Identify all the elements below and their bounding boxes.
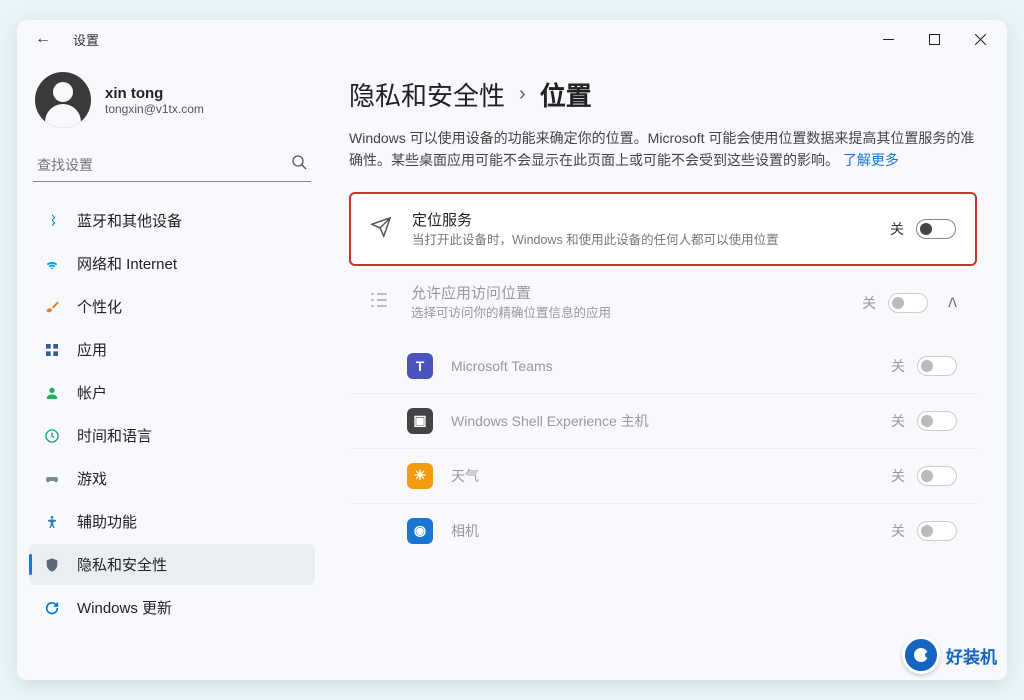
location-service-toggle[interactable] [916, 219, 956, 239]
app-name: 天气 [451, 466, 873, 486]
app-icon: ☀ [407, 463, 433, 489]
titlebar: ← 设置 [17, 20, 1007, 58]
learn-more-link[interactable]: 了解更多 [843, 152, 899, 168]
toggle-state-label: 关 [891, 356, 905, 376]
search-box[interactable] [33, 148, 311, 182]
app-toggle[interactable] [917, 411, 957, 431]
nav-label: 辅助功能 [77, 511, 137, 532]
nav-label: Windows 更新 [77, 597, 172, 618]
sidebar: xin tong tongxin@v1tx.com 蓝牙和其他设备网络和 Int… [17, 58, 327, 680]
watermark: 好装机 [902, 636, 997, 674]
window-controls [865, 23, 1003, 55]
nav-item-brush[interactable]: 个性化 [29, 286, 315, 327]
app-access-subtitle: 选择可访问你的精确位置信息的应用 [411, 305, 844, 323]
profile-email: tongxin@v1tx.com [105, 102, 204, 116]
game-icon [43, 470, 61, 488]
brush-icon [43, 298, 61, 316]
nav-item-access[interactable]: 辅助功能 [29, 501, 315, 542]
chevron-right-icon: › [519, 83, 526, 106]
app-access-title: 允许应用访问位置 [411, 282, 844, 303]
nav-item-bluetooth[interactable]: 蓝牙和其他设备 [29, 200, 315, 241]
settings-window: ← 设置 xin tong tongxin@v1tx.com 蓝牙和其他设备网络… [17, 20, 1007, 680]
nav-label: 应用 [77, 339, 107, 360]
toggle-state-label: 关 [891, 411, 905, 431]
access-icon [43, 513, 61, 531]
location-icon [370, 216, 394, 243]
clock-icon [43, 427, 61, 445]
toggle-state-label: 关 [891, 521, 905, 541]
person-icon [43, 384, 61, 402]
bluetooth-icon [43, 212, 61, 230]
back-button[interactable]: ← [31, 26, 55, 52]
breadcrumb: 隐私和安全性 › 位置 [349, 76, 977, 113]
breadcrumb-parent[interactable]: 隐私和安全性 [349, 76, 505, 113]
nav-item-apps[interactable]: 应用 [29, 329, 315, 370]
nav-item-wifi[interactable]: 网络和 Internet [29, 243, 315, 284]
nav-item-person[interactable]: 帐户 [29, 372, 315, 413]
nav-item-update[interactable]: Windows 更新 [29, 587, 315, 628]
content-area: 隐私和安全性 › 位置 Windows 可以使用设备的功能来确定你的位置。Mic… [327, 58, 1007, 680]
app-row: ☀ 天气关 [349, 449, 977, 504]
toggle-state-label: 关 [862, 293, 876, 313]
toggle-state-label: 关 [891, 466, 905, 486]
profile-name: xin tong [105, 85, 204, 102]
nav-item-game[interactable]: 游戏 [29, 458, 315, 499]
app-icon: ◉ [407, 518, 433, 544]
nav-label: 蓝牙和其他设备 [77, 210, 182, 231]
profile-section[interactable]: xin tong tongxin@v1tx.com [25, 66, 319, 142]
list-icon [369, 290, 393, 315]
search-icon [291, 154, 307, 175]
nav-item-clock[interactable]: 时间和语言 [29, 415, 315, 456]
app-name: 相机 [451, 521, 873, 541]
app-toggle[interactable] [917, 466, 957, 486]
breadcrumb-current: 位置 [540, 76, 592, 113]
nav-label: 隐私和安全性 [77, 554, 167, 575]
location-service-card[interactable]: 定位服务 当打开此设备时，Windows 和使用此设备的任何人都可以使用位置 关 [349, 192, 977, 267]
app-list: T Microsoft Teams 关 ▣ Windows Shell Experien… [349, 339, 977, 558]
avatar [35, 72, 91, 128]
app-row: T Microsoft Teams 关 [349, 339, 977, 394]
close-button[interactable] [957, 23, 1003, 55]
search-input[interactable] [37, 157, 291, 173]
wifi-icon [43, 255, 61, 273]
update-icon [43, 599, 61, 617]
nav-label: 个性化 [77, 296, 122, 317]
maximize-button[interactable] [911, 23, 957, 55]
nav-label: 网络和 Internet [77, 253, 177, 274]
shield-icon [43, 556, 61, 574]
app-access-card[interactable]: 允许应用访问位置 选择可访问你的精确位置信息的应用 关 ᐱ [349, 272, 977, 333]
page-description: Windows 可以使用设备的功能来确定你的位置。Microsoft 可能会使用… [349, 127, 977, 172]
location-service-subtitle: 当打开此设备时，Windows 和使用此设备的任何人都可以使用位置 [412, 232, 872, 250]
nav-label: 帐户 [77, 382, 107, 403]
nav-label: 时间和语言 [77, 425, 152, 446]
app-row: ◉ 相机关 [349, 504, 977, 558]
watermark-text: 好装机 [946, 643, 997, 668]
chevron-up-icon[interactable]: ᐱ [948, 295, 957, 311]
app-icon: ▣ [407, 408, 433, 434]
nav-list: 蓝牙和其他设备网络和 Internet 个性化应用帐户时间和语言游戏辅助功能隐私和… [25, 200, 319, 628]
apps-icon [43, 341, 61, 359]
app-row: ▣ Windows Shell Experience 主机关 [349, 394, 977, 449]
app-toggle[interactable] [917, 521, 957, 541]
watermark-logo-icon [902, 636, 940, 674]
minimize-button[interactable] [865, 23, 911, 55]
app-name: Microsoft Teams [451, 358, 873, 374]
window-title: 设置 [73, 30, 99, 49]
app-icon: T [407, 353, 433, 379]
app-access-toggle[interactable] [888, 293, 928, 313]
app-toggle[interactable] [917, 356, 957, 376]
nav-item-shield[interactable]: 隐私和安全性 [29, 544, 315, 585]
toggle-state-label: 关 [890, 219, 904, 239]
nav-label: 游戏 [77, 468, 107, 489]
app-name: Windows Shell Experience 主机 [451, 411, 873, 431]
location-service-title: 定位服务 [412, 209, 872, 230]
